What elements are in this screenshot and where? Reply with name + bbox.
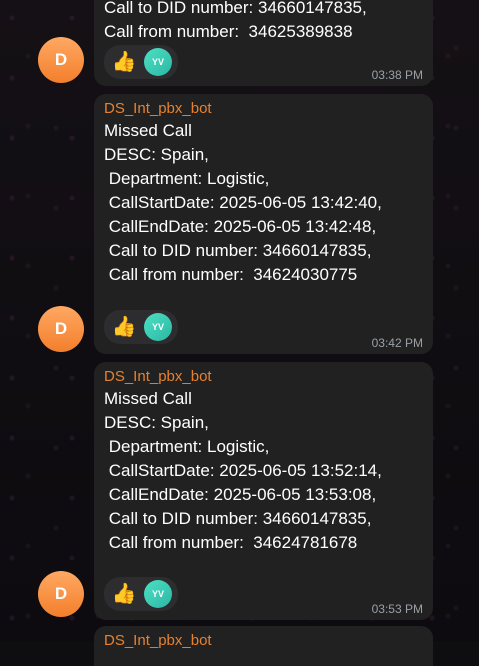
message-bubble[interactable]: Call to DID number: 34660147835, Call fr… bbox=[94, 0, 433, 86]
message-line: Call from number: 34624781678 bbox=[104, 533, 358, 552]
message-line: CallStartDate: 2025-06-05 13:52:14, bbox=[104, 461, 382, 480]
thumbs-up-icon[interactable]: 👍 bbox=[110, 313, 138, 341]
message-time: 03:38 PM bbox=[371, 68, 423, 82]
message-line: DESC: Spain, bbox=[104, 145, 209, 164]
message-line: Missed Call bbox=[104, 121, 192, 140]
message-line: CallStartDate: 2025-06-05 13:42:40, bbox=[104, 193, 382, 212]
sender-avatar[interactable]: D bbox=[38, 571, 84, 617]
message-bubble[interactable]: DS_Int_pbx_bot Missed Call DESC: Spain, … bbox=[94, 94, 433, 354]
message-line: CallEndDate: 2025-06-05 13:42:48, bbox=[104, 217, 377, 236]
reaction-avatar: YV bbox=[144, 580, 172, 608]
sender-avatar[interactable]: D bbox=[38, 37, 84, 83]
reaction-avatar: YV bbox=[144, 48, 172, 76]
message-line: Department: Logistic, bbox=[104, 437, 270, 456]
thumbs-up-icon[interactable]: 👍 bbox=[110, 48, 138, 76]
message-time: 03:42 PM bbox=[371, 336, 423, 350]
thumbs-up-icon[interactable]: 👍 bbox=[110, 580, 138, 608]
message-line: Call from number: 34625389838 bbox=[104, 22, 353, 41]
message-line: Missed Call bbox=[104, 389, 192, 408]
message-line: Call to DID number: 34660147835, bbox=[104, 0, 367, 17]
reaction-avatar: YV bbox=[144, 313, 172, 341]
reaction-bar[interactable]: 👍 YV bbox=[104, 45, 178, 79]
sender-name[interactable]: DS_Int_pbx_bot bbox=[104, 368, 423, 385]
message-line: CallEndDate: 2025-06-05 13:53:08, bbox=[104, 485, 377, 504]
reaction-bar[interactable]: 👍 YV bbox=[104, 310, 178, 344]
message-time: 03:53 PM bbox=[371, 602, 423, 616]
sender-name[interactable]: DS_Int_pbx_bot bbox=[104, 100, 423, 117]
reaction-bar[interactable]: 👍 YV bbox=[104, 577, 178, 611]
message-line: DESC: Spain, bbox=[104, 413, 209, 432]
message-bubble-partial[interactable]: DS_Int_pbx_bot bbox=[94, 626, 433, 666]
message-bubble[interactable]: DS_Int_pbx_bot Missed Call DESC: Spain, … bbox=[94, 362, 433, 620]
message-line: Call to DID number: 34660147835, bbox=[104, 509, 372, 528]
message-line: Department: Logistic, bbox=[104, 169, 270, 188]
message-line: Call from number: 34624030775 bbox=[104, 265, 358, 284]
message-line: Call to DID number: 34660147835, bbox=[104, 241, 372, 260]
sender-avatar[interactable]: D bbox=[38, 306, 84, 352]
